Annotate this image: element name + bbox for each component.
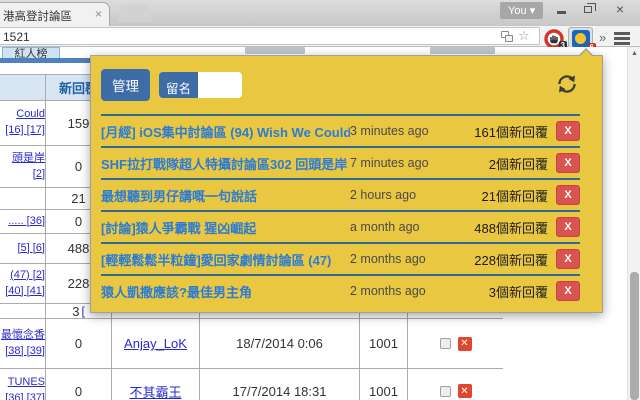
new-reply-count: 2個新回覆 (488, 156, 548, 172)
tab-close-icon[interactable]: × (95, 7, 102, 21)
nav-fragment (245, 47, 305, 54)
author-link[interactable]: 不其霸王 (129, 382, 181, 400)
refresh-button[interactable] (554, 71, 580, 100)
row-checkbox[interactable] (439, 385, 451, 397)
thread-link[interactable]: ..... [36] (8, 214, 45, 230)
reply-count: 0 (46, 369, 112, 400)
thread-link[interactable]: [5] [6] (17, 241, 45, 257)
bookmark-star-icon[interactable]: ☆ (518, 28, 530, 44)
table-row: TUNES [36] [37] 0 不其霸王 17/7/2014 18:31 1… (0, 369, 503, 400)
refresh-icon (558, 74, 576, 93)
views-count: 1001 (360, 369, 408, 400)
restore-icon (584, 3, 596, 13)
last-reply-time: 17/7/2014 18:31 (200, 369, 360, 400)
window-minimize-button[interactable] (549, 2, 573, 17)
scrollbar-up-arrow-icon[interactable]: ▲ (631, 50, 638, 57)
last-reply-time: 18/7/2014 0:06 (200, 319, 360, 368)
page-link[interactable]: [ (81, 304, 84, 318)
thread-title-link[interactable]: SHF拉打戰隊超人特攝討論區302 回頭是岸 (101, 154, 350, 173)
name-label: 留名 (159, 72, 199, 98)
new-reply-count: 3個新回覆 (488, 284, 548, 300)
dismiss-button[interactable]: X (556, 217, 580, 237)
time-ago: 7 minutes ago (350, 156, 429, 170)
thread-title-link[interactable]: [輕輕鬆鬆半粒鐘]愛回家劇情討論區 (47) (101, 250, 350, 269)
new-reply-count: 488個新回覆 (474, 220, 548, 236)
browser-tab[interactable]: 港高登討論區 × (0, 2, 110, 26)
row-checkbox[interactable] (439, 338, 451, 349)
thread-title-link[interactable]: [月經] iOS集中討論區 (94) Wish We Could Say Mor… (101, 122, 350, 141)
table-row: 最懷念香 [38] [39] 0 Anjay_LoK 18/7/2014 0:0… (0, 319, 503, 369)
url-text: 1521 (3, 30, 30, 44)
name-input[interactable] (198, 72, 243, 98)
address-bar[interactable]: 1521 ☆ (0, 27, 540, 45)
page-scrollbar[interactable]: ▲ (627, 47, 640, 400)
window-close-button[interactable]: × (608, 2, 632, 17)
chrome-menu-icon[interactable] (614, 32, 630, 47)
minimize-icon (556, 11, 566, 14)
scrollbar-thumb[interactable] (630, 272, 639, 400)
time-ago: 2 hours ago (350, 188, 417, 202)
notification-row: [月經] iOS集中討論區 (94) Wish We Could Say Mor… (101, 114, 580, 146)
thread-title-link[interactable]: 猿人凱撒應該?最佳男主角 (101, 282, 350, 301)
time-ago: 2 months ago (350, 252, 426, 266)
notification-row: [討論]猿人爭霸戰 猩凶崛起 a month ago 488個新回覆 X (101, 210, 580, 242)
tab-title: 港高登討論區 (3, 11, 72, 23)
profile-button[interactable]: You ▾ (500, 2, 544, 19)
reader-mode-icon[interactable] (501, 31, 513, 42)
delete-icon[interactable]: ✕ (457, 384, 472, 398)
dismiss-button[interactable]: X (556, 121, 580, 141)
notification-row: 猿人凱撒應該?最佳男主角 2 months ago 3個新回覆 X (101, 274, 580, 306)
notification-row: SHF拉打戰隊超人特攝討論區302 回頭是岸 7 minutes ago 2個新… (101, 146, 580, 178)
name-field-group: 留名 (159, 72, 243, 98)
extension-stop-hand-button[interactable]: 3 (544, 29, 567, 51)
nav-fragment (430, 47, 495, 54)
thread-link[interactable]: TUNES [36] [37] (0, 375, 45, 400)
time-ago: 3 minutes ago (350, 124, 429, 138)
time-ago: 2 months ago (350, 284, 426, 298)
thread-link[interactable]: Could [16] [17] (0, 107, 45, 139)
dismiss-button[interactable]: X (556, 153, 580, 173)
toolbar-overflow-icon[interactable]: » (599, 30, 606, 45)
notification-row: 最想聽到男仔講嘅一句說話 2 hours ago 21個新回覆 X (101, 178, 580, 210)
reply-count: 3 (72, 304, 80, 318)
window-restore-button[interactable] (576, 2, 600, 17)
new-reply-count: 228個新回覆 (474, 252, 548, 268)
extension-popup: 管理 留名 [月經] iOS集中討論區 (94) Wish We Could S… (90, 48, 603, 313)
time-ago: a month ago (350, 220, 420, 234)
thread-title-link[interactable]: [討論]猿人爭霸戰 猩凶崛起 (101, 218, 350, 237)
dismiss-button[interactable]: X (556, 281, 580, 301)
notification-row: [輕輕鬆鬆半粒鐘]愛回家劇情討論區 (47) 2 months ago 228個… (101, 242, 580, 274)
caret-down-icon: ▾ (529, 5, 536, 17)
dismiss-button[interactable]: X (556, 185, 580, 205)
author-link[interactable]: Anjay_LoK (124, 336, 187, 351)
new-reply-count: 21個新回覆 (481, 188, 548, 204)
new-reply-count: 161個新回覆 (474, 124, 548, 140)
views-count: 1001 (360, 319, 408, 368)
thread-link[interactable]: 最懷念香 [38] [39] (0, 328, 45, 360)
thread-title-link[interactable]: 最想聽到男仔講嘅一句說話 (101, 186, 350, 205)
notification-list: [月經] iOS集中討論區 (94) Wish We Could Say Mor… (101, 114, 580, 306)
new-tab-button[interactable] (118, 5, 152, 22)
manage-button[interactable]: 管理 (101, 69, 150, 101)
thread-link[interactable]: (47) [2] [40] [41] (0, 268, 45, 300)
forum-page: 紅人榜 新回覆 Could [16] [17] 159 頭是岸 [2] 0 21… (0, 47, 640, 400)
tab-strip: 港高登討論區 × You ▾ × (0, 0, 640, 26)
reply-count: 0 (46, 319, 112, 368)
delete-icon[interactable]: ✕ (457, 336, 472, 351)
dismiss-button[interactable]: X (556, 249, 580, 269)
thread-link[interactable]: 頭是岸 [2] (0, 151, 45, 183)
popup-header: 管理 留名 (91, 56, 602, 101)
close-icon: × (615, 1, 625, 17)
